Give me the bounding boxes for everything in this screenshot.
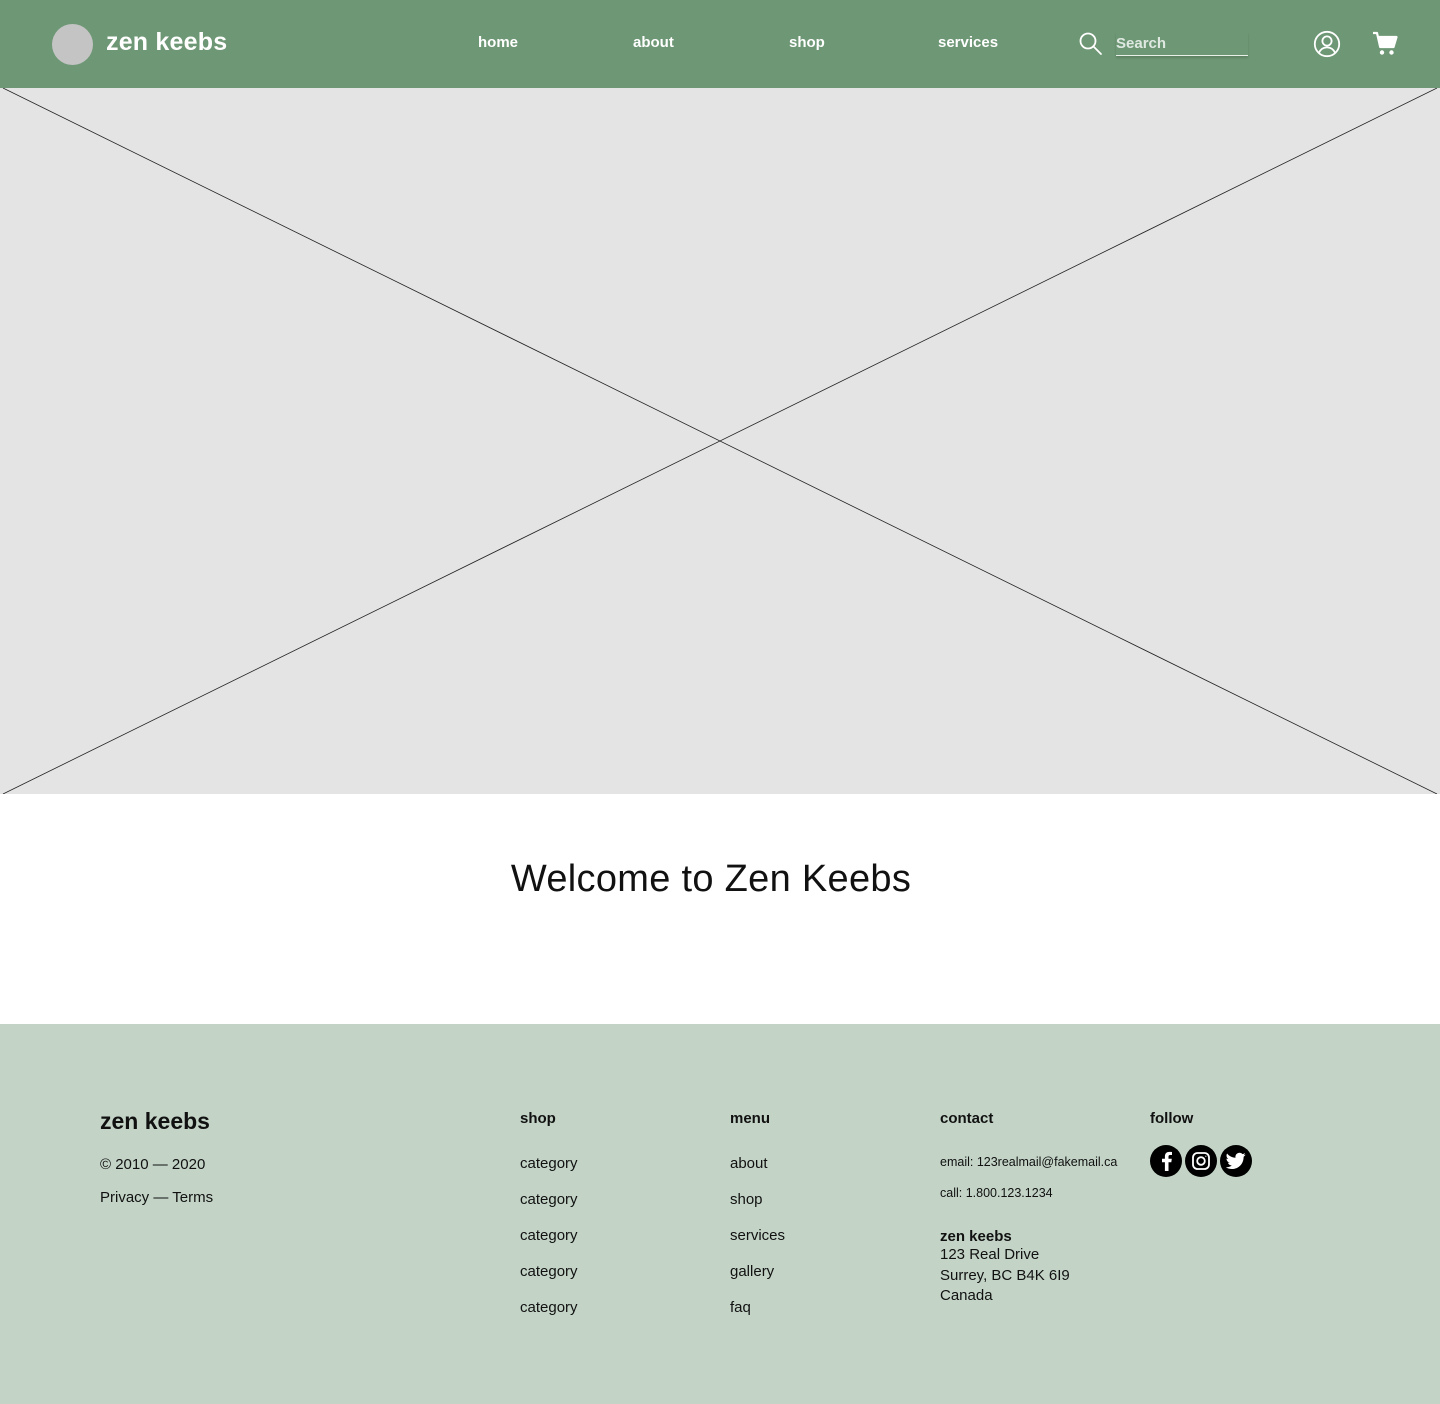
nav-services[interactable]: services (938, 34, 998, 51)
footer-menu-services[interactable]: services (730, 1227, 785, 1244)
twitter-icon[interactable] (1220, 1145, 1252, 1177)
legal-separator: — (153, 1189, 169, 1206)
footer-legal: Privacy — Terms (100, 1189, 213, 1206)
placeholder-cross (2, 88, 1438, 794)
shopping-cart-icon[interactable] (1372, 31, 1398, 57)
footer-contact-heading: contact (940, 1110, 994, 1127)
instagram-icon[interactable] (1185, 1145, 1217, 1177)
nav-shop[interactable]: shop (789, 34, 825, 51)
footer-brand: zen keebs (100, 1108, 210, 1134)
footer-shop-link[interactable]: category (520, 1299, 578, 1316)
footer-menu-about[interactable]: about (730, 1155, 768, 1172)
footer-follow-heading: follow (1150, 1110, 1194, 1127)
site-header: zen keebs home about shop services (0, 0, 1440, 88)
address-line: Canada (940, 1287, 993, 1304)
address-line: Surrey, BC B4K 6I9 (940, 1267, 1070, 1284)
footer-menu-faq[interactable]: faq (730, 1299, 751, 1316)
footer-menu-heading: menu (730, 1110, 771, 1127)
welcome-heading: Welcome to Zen Keebs (510, 858, 912, 900)
footer-shop-link[interactable]: category (520, 1191, 578, 1208)
nav-home[interactable]: home (478, 34, 518, 51)
search-input[interactable] (1116, 32, 1248, 56)
privacy-link[interactable]: Privacy (100, 1189, 149, 1206)
hero-image-placeholder (0, 88, 1440, 794)
address-line: 123 Real Drive (940, 1246, 1040, 1263)
search-icon[interactable] (1078, 31, 1104, 57)
user-circle-icon[interactable] (1313, 30, 1341, 58)
facebook-icon[interactable] (1150, 1145, 1182, 1177)
footer-shop-link[interactable]: category (520, 1227, 578, 1244)
footer-menu-shop[interactable]: shop (730, 1191, 763, 1208)
footer-menu-gallery[interactable]: gallery (730, 1263, 774, 1280)
logo-placeholder[interactable] (52, 24, 93, 65)
site-footer: zen keebs © 2010 — 2020 Privacy — Terms … (0, 1024, 1440, 1404)
terms-link[interactable]: Terms (172, 1189, 213, 1206)
contact-email[interactable]: email: 123realmail@fakemail.ca (940, 1155, 1117, 1169)
nav-about[interactable]: about (633, 34, 674, 51)
footer-shop-link[interactable]: category (520, 1263, 578, 1280)
brand-name[interactable]: zen keebs (106, 28, 227, 57)
address-name: zen keebs (940, 1228, 1012, 1245)
footer-shop-heading: shop (520, 1110, 556, 1127)
footer-copyright: © 2010 — 2020 (100, 1156, 206, 1173)
footer-shop-link[interactable]: category (520, 1155, 578, 1172)
contact-phone[interactable]: call: 1.800.123.1234 (940, 1186, 1053, 1200)
